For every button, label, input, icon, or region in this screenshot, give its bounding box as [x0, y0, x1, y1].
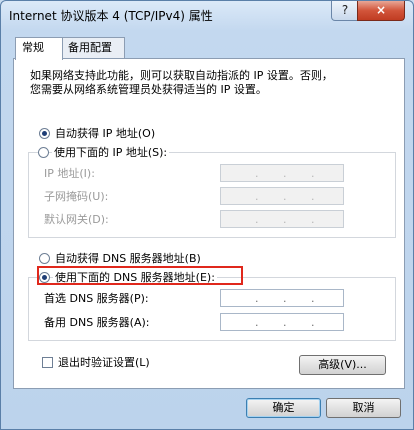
- default-gateway-input[interactable]: ...: [220, 210, 344, 228]
- advanced-button[interactable]: 高级(V)...: [299, 355, 386, 375]
- validate-on-exit-label[interactable]: 退出时验证设置(L): [58, 356, 150, 370]
- general-panel: 如果网络支持此功能，则可以获取自动指派的 IP 设置。否则， 您需要从网络系统管…: [13, 58, 405, 389]
- auto-ip-radio[interactable]: [39, 128, 50, 139]
- alternate-dns-input[interactable]: ...: [220, 313, 344, 331]
- alternate-dns-label: 备用 DNS 服务器(A):: [44, 316, 150, 329]
- subnet-mask-input[interactable]: ...: [220, 187, 344, 205]
- intro-text-line1: 如果网络支持此功能，则可以获取自动指派的 IP 设置。否则，: [30, 69, 333, 82]
- help-button[interactable]: ?: [331, 1, 359, 21]
- subnet-mask-label: 子网掩码(U):: [44, 190, 109, 203]
- ip-address-input[interactable]: ...: [220, 164, 344, 182]
- auto-dns-radio[interactable]: [39, 253, 50, 264]
- ip-address-label: IP 地址(I):: [44, 167, 95, 180]
- dns-group-box: [28, 277, 396, 341]
- validate-on-exit-checkbox[interactable]: [42, 357, 53, 368]
- tab-alternate-config[interactable]: 备用配置: [61, 37, 125, 58]
- preferred-dns-input[interactable]: ...: [220, 289, 344, 307]
- title-bar: Internet 协议版本 4 (TCP/IPv4) 属性 ? ×: [1, 1, 413, 29]
- cancel-button[interactable]: 取消: [326, 398, 401, 418]
- dialog-window: Internet 协议版本 4 (TCP/IPv4) 属性 ? × 常规 备用配…: [0, 0, 414, 430]
- preferred-dns-label: 首选 DNS 服务器(P):: [44, 292, 149, 305]
- manual-ip-label[interactable]: 使用下面的 IP 地址(S):: [52, 146, 170, 160]
- intro-text-line2: 您需要从网络系统管理员处获得适当的 IP 设置。: [30, 83, 267, 96]
- manual-ip-radio[interactable]: [38, 147, 49, 158]
- highlight-box: [37, 266, 243, 285]
- auto-dns-label[interactable]: 自动获得 DNS 服务器地址(B): [55, 252, 201, 266]
- close-button[interactable]: ×: [357, 1, 405, 21]
- window-title: Internet 协议版本 4 (TCP/IPv4) 属性: [9, 9, 213, 23]
- tab-general[interactable]: 常规: [15, 37, 63, 60]
- ok-button[interactable]: 确定: [246, 398, 321, 418]
- auto-ip-label[interactable]: 自动获得 IP 地址(O): [55, 127, 155, 141]
- default-gateway-label: 默认网关(D):: [44, 213, 109, 226]
